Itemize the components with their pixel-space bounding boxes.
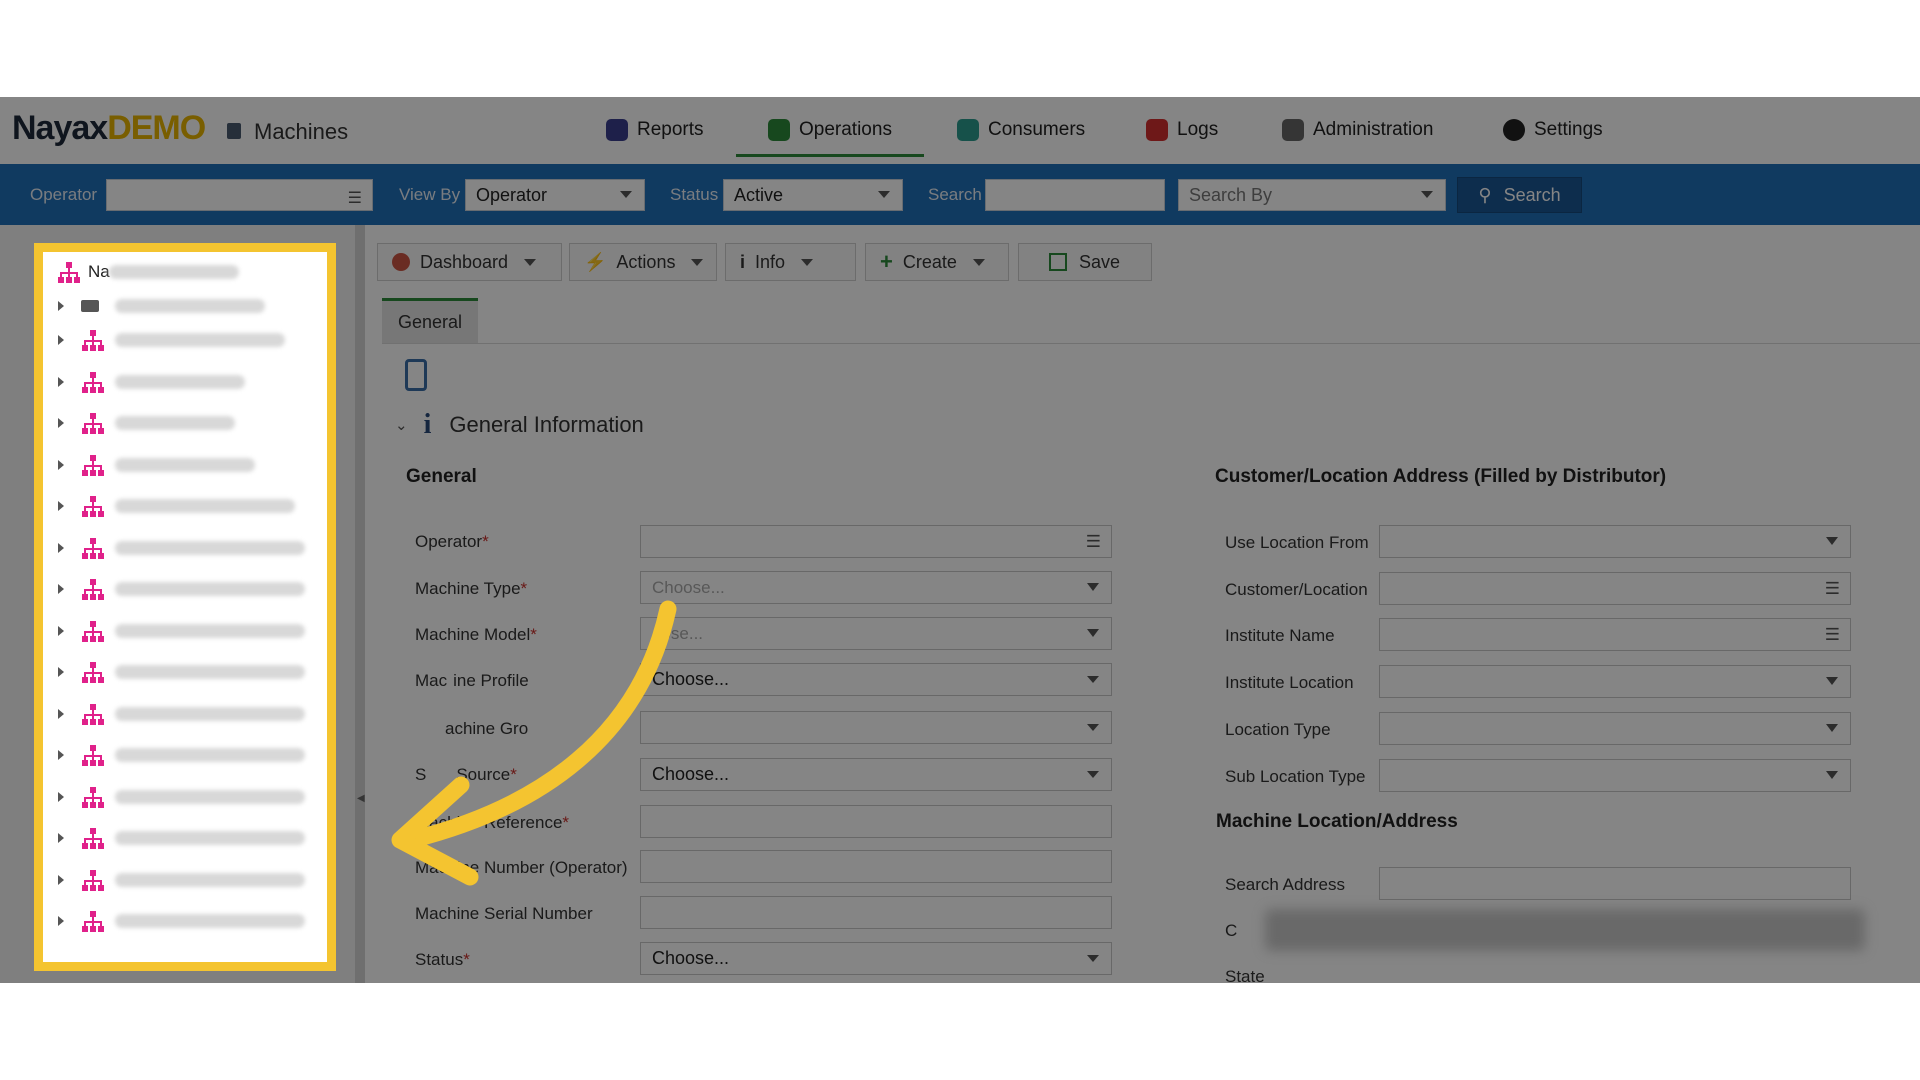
arrow-curve — [406, 600, 677, 848]
callout-arrow — [391, 600, 677, 886]
app-window: NayaxDEMO Machines Reports Operations Co… — [0, 97, 1920, 983]
